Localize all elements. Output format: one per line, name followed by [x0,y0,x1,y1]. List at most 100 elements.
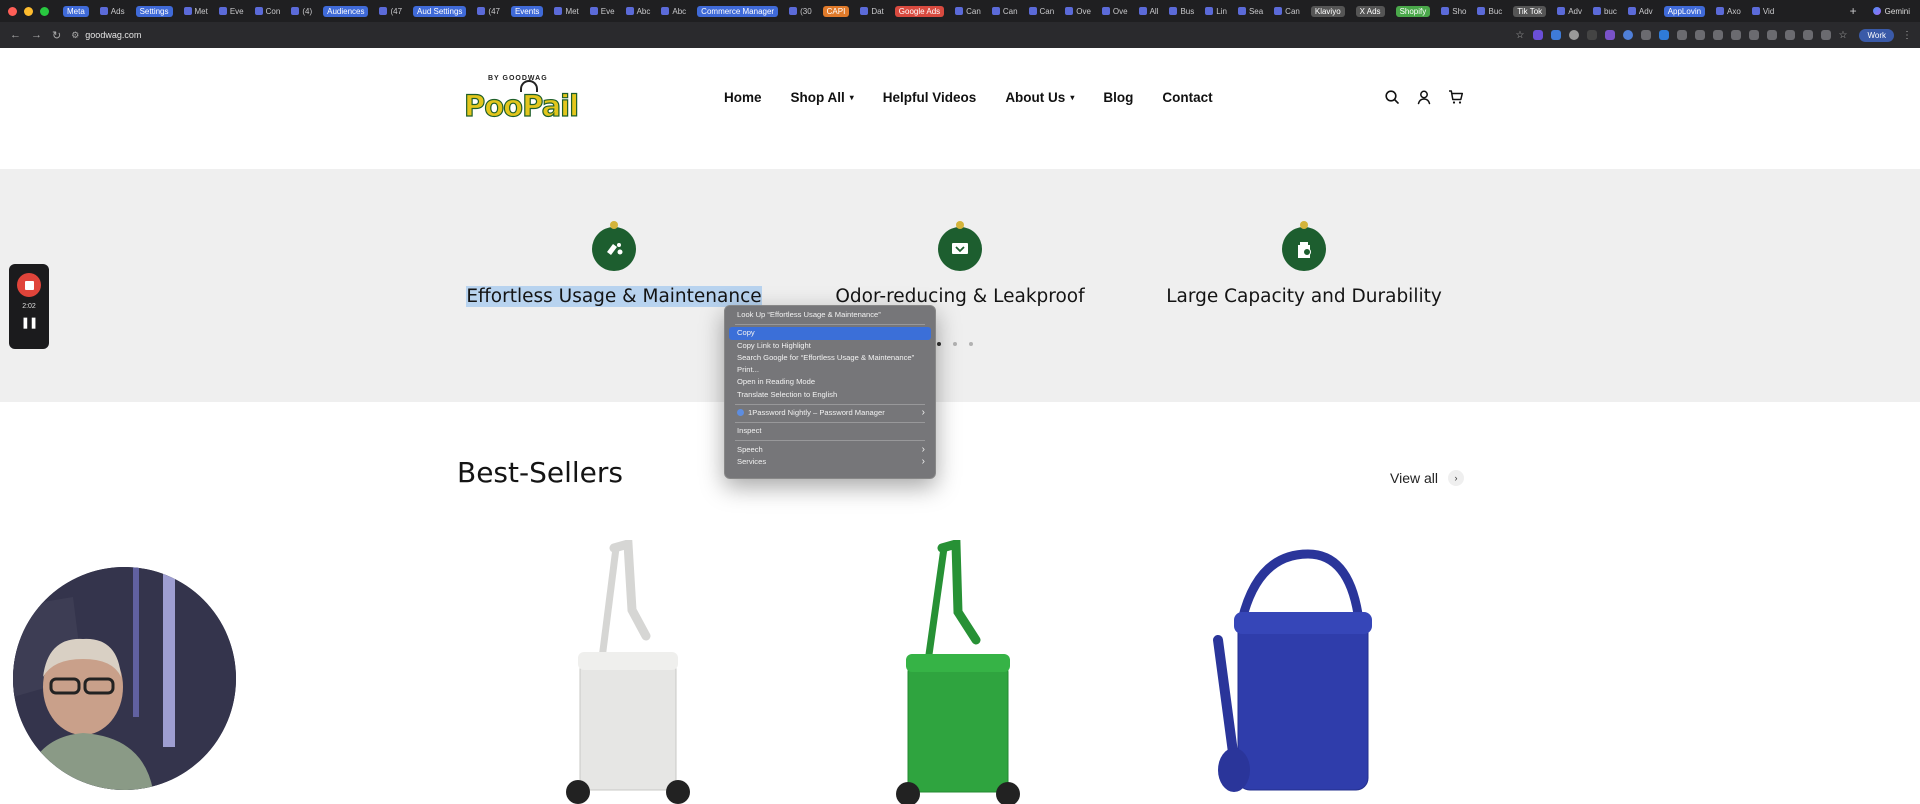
context-menu-item[interactable]: Look Up “Effortless Usage & Maintenance” [729,309,931,321]
context-menu-item[interactable]: Speech [729,444,931,457]
tab-group-label[interactable]: Commerce Manager [697,5,779,17]
nav-item-blog[interactable]: Blog [1103,90,1133,105]
extension-icon[interactable] [1820,30,1831,40]
extension-icon[interactable] [1694,30,1705,40]
tab-group-label[interactable]: Aud Settings [413,5,467,17]
browser-tab[interactable]: Adv [1624,3,1657,19]
browser-tab[interactable]: Abc [657,3,690,19]
browser-tab[interactable]: Can [1270,3,1304,19]
tab-group-label[interactable]: Tik Tok [1513,5,1547,17]
browser-tab[interactable]: Google Ads [891,3,948,19]
bookmark-star-icon[interactable]: ☆ [1839,30,1848,41]
tab-group-label[interactable]: CAPI [822,5,850,17]
browser-tab[interactable]: Con [251,3,285,19]
browser-tab[interactable]: Sho [1437,3,1470,19]
tab-group-label[interactable]: Google Ads [894,5,945,17]
browser-tab[interactable]: Can [988,3,1022,19]
browser-tab[interactable]: Adv [1553,3,1586,19]
tab-group-label[interactable]: Klaviyo [1310,5,1345,17]
gemini-button[interactable]: Gemini [1863,7,1920,16]
forward-arrow-icon[interactable]: → [31,29,42,42]
browser-tab[interactable]: Commerce Manager [693,3,782,19]
menu-dots-icon[interactable]: ⋮ [1902,30,1912,41]
browser-tab[interactable]: Can [951,3,985,19]
extension-icon[interactable] [1586,30,1597,40]
browser-tab[interactable]: (4) [287,3,316,19]
browser-tab[interactable]: (47 [375,3,406,19]
extension-icon[interactable] [1802,30,1813,40]
tab-group-label[interactable]: X Ads [1355,5,1385,17]
extension-icon[interactable] [1622,30,1633,40]
bookmark-star-icon[interactable]: ☆ [1516,30,1525,41]
browser-tab[interactable]: Lin [1201,3,1231,19]
browser-tab[interactable]: Eve [586,3,619,19]
extension-icon[interactable] [1658,30,1669,40]
browser-tab[interactable]: Met [550,3,582,19]
browser-tab[interactable]: Buc [1473,3,1506,19]
browser-tab[interactable]: Dat [856,3,887,19]
url-field[interactable]: ⚙ goodwag.com [71,30,1515,41]
extension-icon[interactable] [1766,30,1777,40]
browser-tab[interactable]: Eve [215,3,248,19]
browser-tab[interactable]: X Ads [1352,3,1389,19]
extension-icon[interactable] [1568,30,1579,40]
browser-tab[interactable]: Audiences [319,3,372,19]
poopail-logo[interactable]: BY GOODWAG PooPail [462,75,579,124]
site-info-icon[interactable]: ⚙ [71,30,79,41]
browser-tab[interactable]: Ove [1098,3,1132,19]
extension-icon[interactable] [1550,30,1561,40]
browser-tab[interactable]: AppLovin [1660,3,1709,19]
carousel-dot[interactable] [937,342,941,346]
context-menu-item[interactable]: Copy Link to Highlight [729,340,931,352]
carousel-dot[interactable] [953,342,957,346]
browser-tab[interactable]: Aud Settings [409,3,470,19]
browser-tab[interactable]: Meta [59,3,93,19]
browser-tab[interactable]: Can [1025,3,1059,19]
nav-item-helpful-videos[interactable]: Helpful Videos [883,90,977,105]
tab-group-label[interactable]: AppLovin [1663,5,1706,17]
reload-icon[interactable]: ↻ [52,29,61,42]
context-menu-item[interactable]: Print... [729,364,931,376]
nav-item-home[interactable]: Home [724,90,762,105]
stop-recording-button[interactable] [17,273,41,297]
browser-tab[interactable]: All [1135,3,1163,19]
browser-tab[interactable]: (30 [785,3,816,19]
extension-icon[interactable] [1784,30,1795,40]
tab-group-label[interactable]: Events [510,5,544,17]
maximize-window-button[interactable] [40,6,49,16]
browser-tab[interactable]: Axo [1712,3,1745,19]
browser-tab[interactable]: CAPI [819,3,854,19]
context-menu-item[interactable]: Search Google for “Effortless Usage & Ma… [729,352,931,364]
extension-icon[interactable] [1712,30,1723,40]
new-tab-button[interactable]: + [1844,4,1863,18]
tab-group-label[interactable]: Settings [135,5,173,17]
carousel-dot[interactable] [969,342,973,346]
nav-item-about-us[interactable]: About Us ▾ [1005,90,1074,105]
view-all-link[interactable]: View all › [1390,470,1464,486]
nav-item-shop-all[interactable]: Shop All ▾ [791,90,854,105]
search-icon[interactable] [1384,89,1400,105]
browser-tab[interactable]: Klaviyo [1307,3,1349,19]
context-menu-item[interactable]: Services [729,456,931,469]
browser-tab[interactable]: Ads [96,3,129,19]
context-menu-item[interactable]: Open in Reading Mode [729,376,931,388]
context-menu-item[interactable]: Copy [729,327,931,340]
browser-tab[interactable]: (47 [473,3,504,19]
extension-icon[interactable] [1676,30,1687,40]
nav-item-contact[interactable]: Contact [1162,90,1212,105]
browser-tab[interactable]: Shopify [1392,3,1435,19]
extension-icon[interactable] [1532,30,1543,40]
browser-tab[interactable]: buc [1589,3,1621,19]
tab-group-label[interactable]: Audiences [323,5,369,17]
minimize-window-button[interactable] [24,6,33,16]
profile-button[interactable]: Work [1859,28,1894,42]
extension-icon[interactable] [1604,30,1615,40]
context-menu-item[interactable]: 1Password Nightly – Password Manager [729,407,931,420]
tab-group-label[interactable]: Shopify [1395,5,1431,17]
browser-tab[interactable]: Sea [1234,3,1267,19]
close-window-button[interactable] [8,6,17,16]
browser-tab[interactable]: Vid [1748,3,1778,19]
browser-tab[interactable]: Tik Tok [1509,3,1550,19]
account-icon[interactable] [1416,89,1432,105]
extension-icon[interactable] [1640,30,1651,40]
